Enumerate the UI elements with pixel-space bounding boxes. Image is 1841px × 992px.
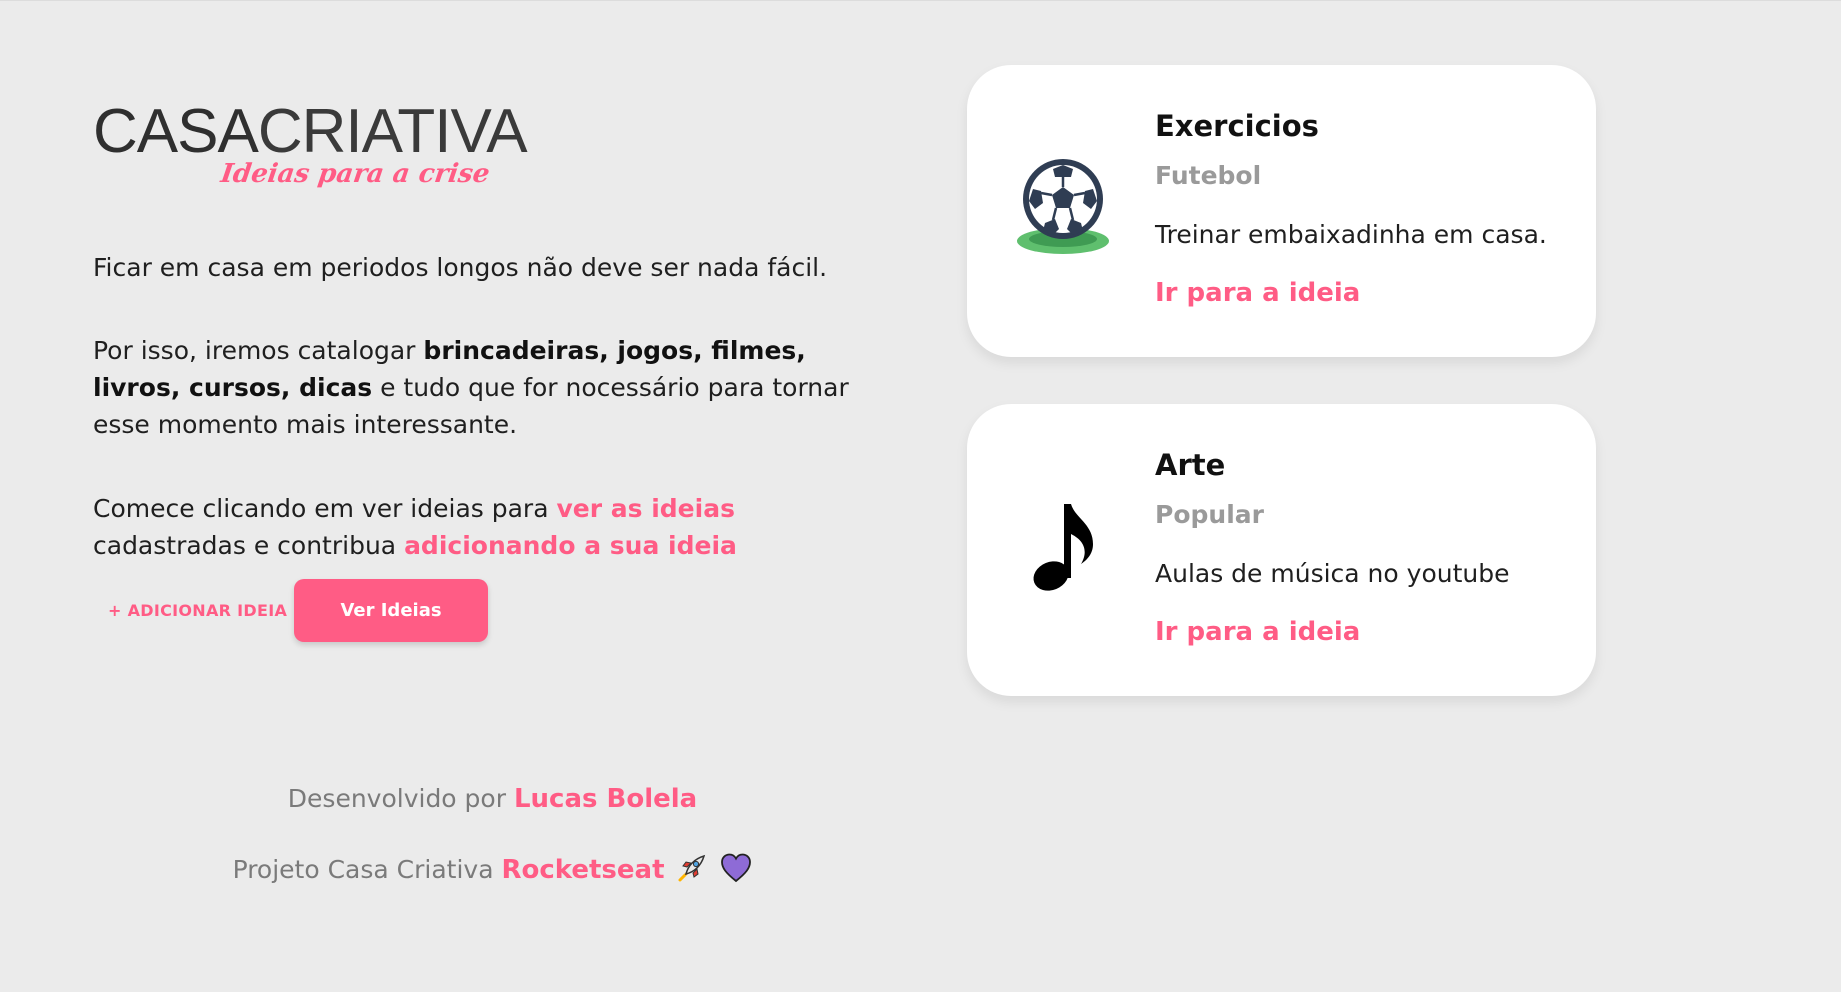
intro-p3-middle: cadastradas e contribua <box>93 531 405 560</box>
casa-criativa-logo: CASACRIATIVA Ideias para a crise <box>93 101 563 201</box>
soccer-ball-icon <box>1015 157 1111 257</box>
logo-wordmark: CASACRIATIVA <box>93 101 563 163</box>
view-ideas-link[interactable]: ver as ideias <box>556 494 734 523</box>
logo-part-criativa: CRIATIVA <box>257 97 528 166</box>
view-ideas-button[interactable]: Ver Ideias <box>294 579 488 642</box>
logo-part-casa: CASA <box>93 97 259 166</box>
intro-paragraph-1: Ficar em casa em periodos longos não dev… <box>93 253 828 282</box>
intro-paragraph-3: Comece clicando em ver ideias para ver a… <box>93 490 893 564</box>
idea-card: Arte Popular Aulas de música no youtube … <box>967 404 1596 696</box>
idea-category: Futebol <box>1155 161 1262 190</box>
footer-credits-label: Desenvolvido por <box>287 784 514 813</box>
add-idea-link[interactable]: adicionando a sua ideia <box>404 531 737 560</box>
idea-title: Arte <box>1155 448 1226 482</box>
footer-project-label: Projeto Casa Criativa <box>232 855 502 884</box>
idea-category: Popular <box>1155 500 1264 529</box>
idea-link[interactable]: Ir para a ideia <box>1155 617 1360 647</box>
intro-p3-text: Comece clicando em ver ideias para <box>93 494 557 523</box>
intro-paragraph-2: Por isso, iremos catalogar brincadeiras,… <box>93 332 893 443</box>
idea-card: Exercicios Futebol Treinar embaixadinha … <box>967 65 1596 357</box>
intro-p2-text: Por isso, iremos catalogar <box>93 336 424 365</box>
author-link[interactable]: Lucas Bolela <box>514 784 697 814</box>
music-note-icon <box>1015 496 1111 596</box>
idea-description: Aulas de música no youtube <box>1155 559 1510 588</box>
idea-link[interactable]: Ir para a ideia <box>1155 278 1360 308</box>
idea-description: Treinar embaixadinha em casa. <box>1155 220 1547 249</box>
footer-credits: Desenvolvido por Lucas Bolela <box>0 784 985 814</box>
rocket-icon <box>676 852 708 890</box>
logo-tagline: Ideias para a crise <box>218 159 492 189</box>
footer-project: Projeto Casa Criativa Rocketseat <box>0 852 985 890</box>
add-idea-button[interactable]: + ADICIONAR IDEIA <box>108 601 287 620</box>
rocketseat-link[interactable]: Rocketseat <box>501 855 664 885</box>
purple-heart-icon <box>720 853 752 889</box>
idea-title: Exercicios <box>1155 109 1319 143</box>
